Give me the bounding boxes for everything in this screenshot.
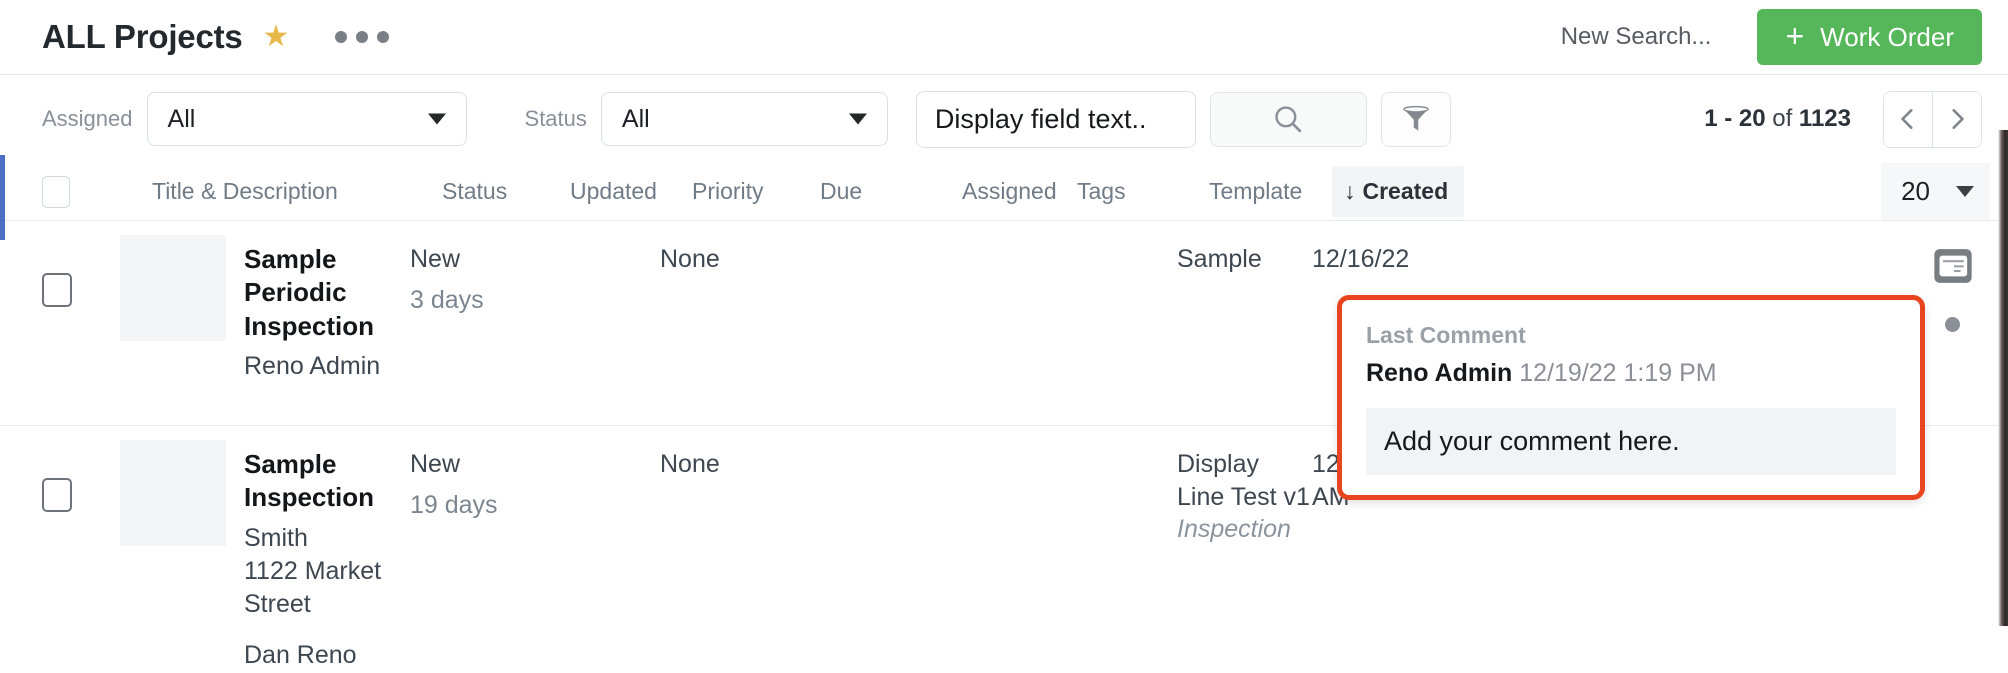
- row-status-dot: [1945, 317, 1960, 332]
- row-created: 12/16/22: [1312, 245, 1410, 273]
- row-priority: None: [660, 450, 720, 478]
- row-thumbnail: [120, 440, 226, 546]
- status-filter-select[interactable]: All: [600, 92, 888, 146]
- chevron-left-icon: [1901, 109, 1913, 129]
- column-header-title[interactable]: Title & Description: [152, 178, 442, 205]
- chevron-down-icon: [427, 113, 446, 125]
- pagination-prev-button[interactable]: [1884, 91, 1933, 147]
- row-status: New: [410, 450, 461, 478]
- plus-icon: +: [1785, 17, 1805, 54]
- tooltip-author: Reno Admin: [1366, 359, 1513, 387]
- column-header-updated[interactable]: Updated: [570, 178, 692, 205]
- pagination-range: 1 - 20: [1704, 105, 1766, 132]
- new-search-link[interactable]: New Search...: [1561, 23, 1712, 51]
- filter-button[interactable]: [1380, 91, 1451, 147]
- chevron-right-icon: [1952, 109, 1964, 129]
- comment-note-icon[interactable]: [1932, 247, 1974, 285]
- assigned-filter-label: Assigned: [42, 106, 133, 131]
- display-field-input[interactable]: Display field text..: [915, 90, 1196, 148]
- row-updated: 3 days: [410, 285, 484, 314]
- pagination-next-button[interactable]: [1933, 91, 1981, 147]
- row-priority: None: [660, 245, 720, 273]
- page-size-select[interactable]: 20: [1881, 163, 1990, 220]
- header-actions: New Search... + Work Order: [1561, 9, 1982, 65]
- pagination-controls: [1883, 90, 1982, 148]
- work-order-button-label: Work Order: [1820, 21, 1954, 52]
- sort-down-icon: ↓: [1344, 178, 1356, 204]
- tooltip-comment-body: Add your comment here.: [1366, 408, 1896, 475]
- tooltip-label: Last Comment: [1366, 322, 1526, 348]
- add-work-order-button[interactable]: + Work Order: [1757, 9, 1982, 65]
- pagination-count: 1 - 20 of 1123: [1704, 105, 1851, 133]
- column-header-priority[interactable]: Priority: [692, 178, 820, 205]
- select-all-cell: [42, 175, 152, 208]
- pagination-of: of: [1772, 105, 1793, 132]
- page-header: ALL Projects ★ New Search... + Work Orde…: [0, 0, 2008, 75]
- row-status: New: [410, 245, 461, 273]
- column-header-created[interactable]: ↓ Created: [1332, 166, 1494, 217]
- assigned-filter-select[interactable]: All: [146, 92, 467, 146]
- chevron-down-icon: [1956, 186, 1974, 197]
- row-checkbox[interactable]: [42, 273, 72, 307]
- comment-note-icon-glyph: [1934, 249, 1972, 283]
- status-filter-value: All: [621, 104, 650, 133]
- right-edge-shadow: [1998, 130, 2008, 626]
- column-header-template[interactable]: Template: [1209, 178, 1344, 205]
- row-thumbnail: [120, 235, 226, 341]
- table-header-row: Title & Description Status Updated Prior…: [0, 163, 2008, 221]
- row-template-subtype: Inspection: [1177, 515, 1291, 543]
- row-template: Sample: [1177, 245, 1262, 273]
- funnel-icon: [1403, 105, 1429, 131]
- page-title: ALL Projects: [42, 18, 243, 55]
- status-filter-label: Status: [524, 106, 587, 131]
- left-accent-bar: [0, 155, 5, 240]
- row-subtitle-2: 1122 Market Street: [244, 556, 382, 619]
- search-icon: [1275, 106, 1302, 133]
- select-all-checkbox[interactable]: [42, 175, 70, 208]
- row-checkbox[interactable]: [42, 478, 72, 512]
- search-button[interactable]: [1209, 91, 1367, 147]
- column-header-tags[interactable]: Tags: [1077, 178, 1209, 205]
- page-size-value: 20: [1901, 176, 1930, 206]
- row-subtitle-1: Reno Admin: [244, 351, 381, 380]
- chevron-down-icon: [848, 113, 867, 125]
- more-options-icon[interactable]: [335, 31, 390, 43]
- star-icon[interactable]: ★: [263, 22, 290, 52]
- column-header-created-label: Created: [1362, 178, 1449, 204]
- row-subtitle-1: Smith: [244, 523, 308, 552]
- last-comment-tooltip: Last Comment Reno Admin 12/19/22 1:19 PM…: [1337, 295, 1925, 500]
- filter-toolbar: Assigned All Status All Display field te…: [0, 75, 2008, 163]
- column-header-status[interactable]: Status: [442, 178, 570, 205]
- assigned-filter-value: All: [167, 104, 196, 133]
- row-title[interactable]: Sample Periodic Inspection: [244, 243, 410, 343]
- tooltip-meta: Reno Admin 12/19/22 1:19 PM: [1366, 358, 1896, 388]
- row-subtitle-3: Dan Reno: [244, 641, 357, 670]
- column-header-assigned[interactable]: Assigned: [962, 178, 1077, 205]
- column-header-due[interactable]: Due: [820, 178, 962, 205]
- row-updated: 19 days: [410, 490, 498, 519]
- tooltip-timestamp: 12/19/22 1:19 PM: [1519, 359, 1717, 387]
- row-title[interactable]: Sample Inspection: [244, 448, 410, 515]
- pagination: 1 - 20 of 1123: [1704, 90, 1982, 148]
- pagination-total: 1123: [1798, 105, 1851, 132]
- row-template: Display Line Test v1: [1177, 450, 1310, 511]
